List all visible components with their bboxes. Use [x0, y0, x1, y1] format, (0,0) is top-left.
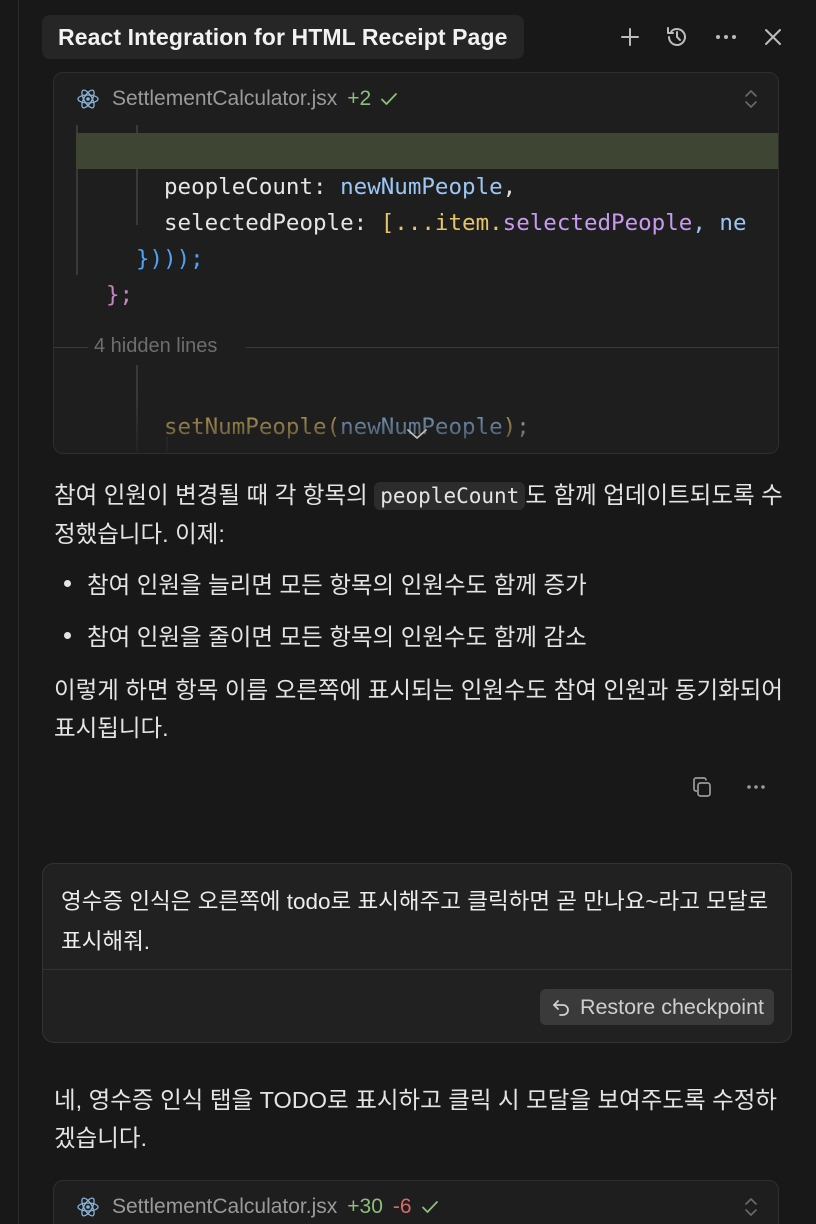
react-icon	[76, 1195, 100, 1219]
user-message-card[interactable]: 영수증 인식은 오른쪽에 todo로 표시해주고 클릭하면 곧 만나요~라고 모…	[42, 863, 792, 1043]
plus-icon[interactable]	[615, 22, 645, 52]
code-line: };	[106, 282, 134, 308]
code-line-added: peopleCount: newNumPeople,	[76, 133, 778, 200]
conversation-title-text: React Integration for HTML Receipt Page	[58, 23, 508, 50]
copy-icon[interactable]	[688, 773, 716, 801]
more-icon[interactable]	[711, 22, 741, 52]
assistant-paragraph: 네, 영수증 인식 탭을 TODO로 표시하고 클릭 시 모달을 보여주도록 수…	[54, 1087, 778, 1151]
assistant-paragraph: 이렇게 하면 항목 이름 오른쪽에 표시되는 인원수도 참여 인원과 동기화되어…	[54, 677, 783, 741]
file-name: SettlementCalculator.jsx	[112, 87, 338, 110]
code-file-bar[interactable]: SettlementCalculator.jsx +30 -6	[54, 1181, 778, 1224]
check-icon	[420, 1197, 440, 1217]
close-icon[interactable]	[758, 22, 788, 52]
list-item: 참여 인원을 늘리면 모든 항목의 인원수도 함께 증가	[60, 566, 587, 600]
user-message-text: 영수증 인식은 오른쪽에 todo로 표시해주고 클릭하면 곧 만나요~라고 모…	[61, 889, 769, 954]
list-item: 참여 인원을 줄이면 모든 항목의 인원수도 함께 감소	[60, 618, 587, 652]
conversation-title[interactable]: React Integration for HTML Receipt Page	[42, 15, 524, 59]
history-icon[interactable]	[662, 22, 692, 52]
code-line: selectedPeople: [...item.selectedPeople,…	[164, 210, 747, 236]
check-icon	[379, 89, 399, 109]
more-icon[interactable]	[742, 773, 770, 801]
hidden-lines-indicator[interactable]: 4 hidden lines	[54, 335, 778, 359]
divider	[43, 969, 791, 970]
added-lines-count: +2	[347, 87, 372, 110]
undo-icon	[553, 1000, 569, 1016]
file-name: SettlementCalculator.jsx	[112, 1195, 338, 1218]
inline-code: peopleCount	[374, 482, 526, 510]
code-diff-card[interactable]: SettlementCalculator.jsx +2 peopleCount:…	[53, 72, 779, 454]
react-icon	[76, 87, 100, 111]
chevron-down-icon[interactable]	[404, 426, 430, 447]
restore-checkpoint-button[interactable]: Restore checkpoint	[539, 989, 774, 1025]
code-diff-card[interactable]: SettlementCalculator.jsx +30 -6	[53, 1180, 779, 1224]
expand-collapse-icon[interactable]	[742, 1195, 760, 1224]
expand-collapse-icon[interactable]	[742, 87, 760, 117]
assistant-paragraph: 참여 인원이 변경될 때 각 항목의 peopleCount 도 함께 업데이트되…	[54, 482, 783, 547]
added-lines-count: +30	[347, 1195, 383, 1218]
removed-lines-count: -6	[392, 1195, 412, 1218]
code-line: })));	[136, 246, 204, 272]
restore-checkpoint-label: Restore checkpoint	[579, 994, 764, 1019]
code-file-bar[interactable]: SettlementCalculator.jsx +2	[54, 73, 778, 125]
